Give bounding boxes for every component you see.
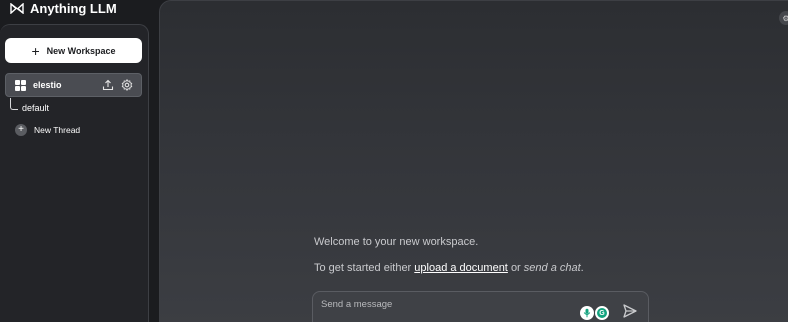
thread-connector-line xyxy=(10,98,18,110)
get-started-message: To get started either upload a document … xyxy=(314,262,584,274)
get-started-middle: or xyxy=(510,262,521,274)
new-workspace-label: New Workspace xyxy=(46,45,116,56)
microphone-icon[interactable] xyxy=(580,306,594,320)
new-thread-label: New Thread xyxy=(34,125,81,135)
welcome-message: Welcome to your new workspace. xyxy=(314,236,479,248)
sidebar: + New Workspace elestio xyxy=(0,24,149,322)
new-workspace-button[interactable]: + New Workspace xyxy=(5,38,142,63)
upload-document-link[interactable]: upload a document xyxy=(414,262,508,274)
workspace-item-elestio[interactable]: elestio xyxy=(5,73,142,97)
workspace-grid-icon xyxy=(15,79,26,91)
get-started-suffix: . xyxy=(580,262,584,274)
plus-icon: + xyxy=(31,42,40,59)
brand: Anything LLM xyxy=(10,0,117,16)
grammarly-icon[interactable]: G xyxy=(595,306,609,320)
message-input[interactable] xyxy=(321,297,571,311)
upload-icon[interactable] xyxy=(102,79,114,91)
send-chat-link[interactable]: send a chat xyxy=(524,262,581,274)
workspace-name: elestio xyxy=(33,80,62,90)
thread-item-default[interactable]: default xyxy=(22,103,49,113)
gear-icon[interactable] xyxy=(121,78,133,92)
get-started-prefix: To get started either xyxy=(314,262,412,274)
anything-llm-logo-icon xyxy=(10,2,24,14)
brand-name: Anything LLM xyxy=(30,0,117,16)
settings-corner-icon[interactable]: ⚙ xyxy=(779,11,788,25)
new-thread-button[interactable]: + New Thread xyxy=(15,124,80,136)
plus-icon: + xyxy=(15,124,27,136)
send-icon[interactable] xyxy=(622,303,638,319)
